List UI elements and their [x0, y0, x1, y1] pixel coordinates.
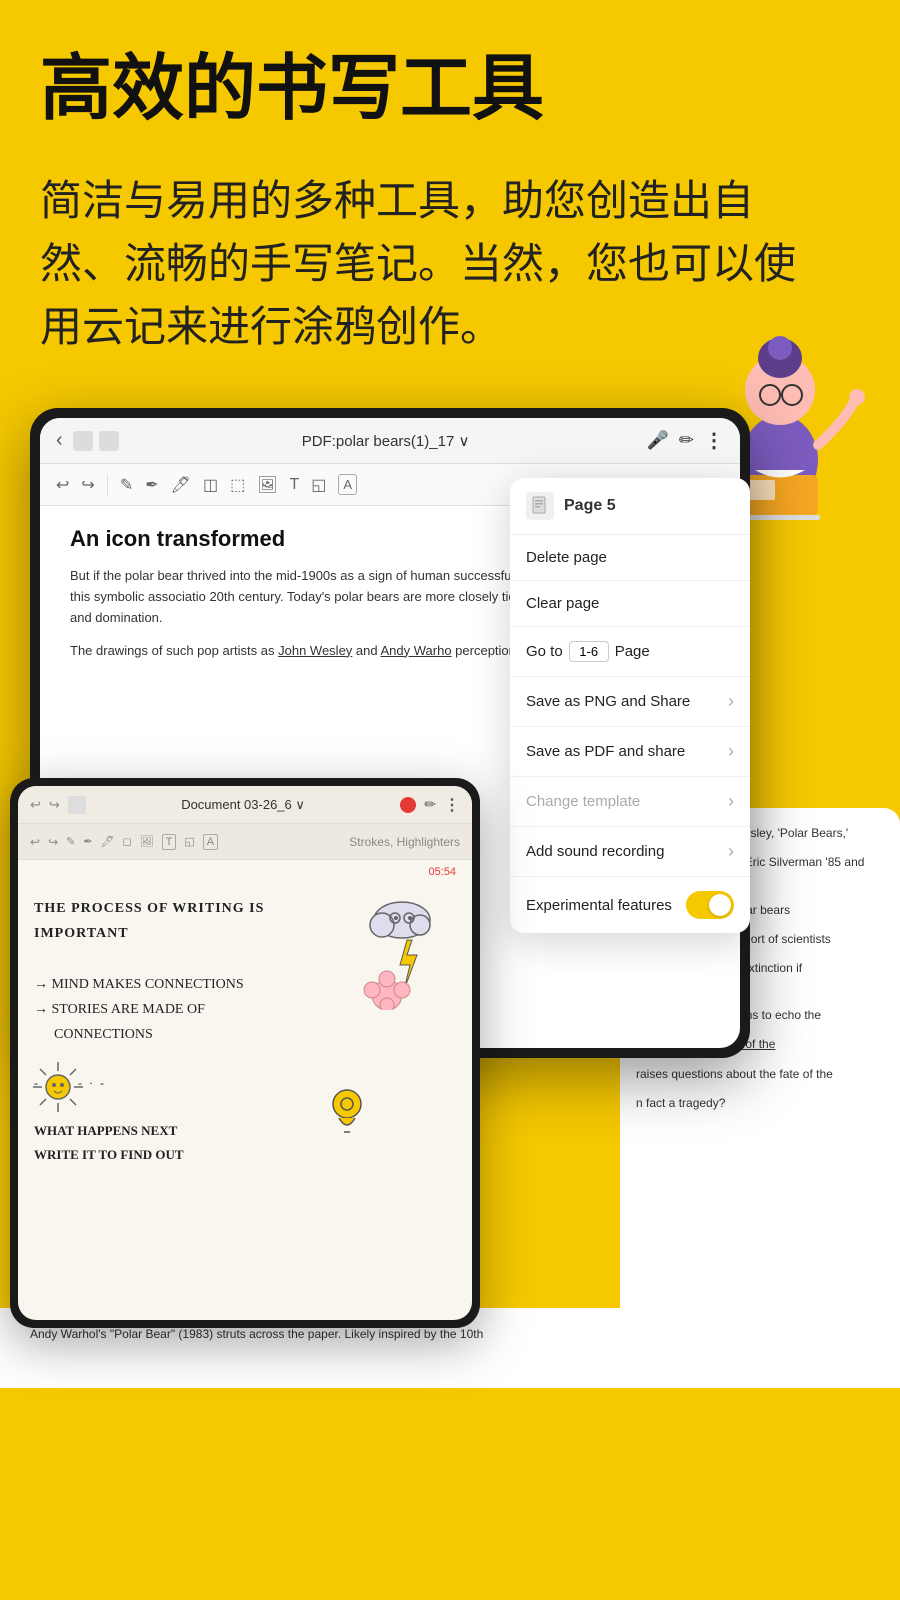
delete-page-label: Delete page — [526, 549, 607, 566]
sd-pen[interactable]: ✎ — [66, 835, 75, 848]
undo-icon[interactable]: ↩ — [56, 475, 69, 495]
grid-icons — [73, 431, 119, 451]
menu-item-save-pdf[interactable]: Save as PDF and share › — [510, 727, 750, 777]
peek-text-8: raises questions about the fate of the — [636, 1065, 884, 1084]
menu-item-change-template[interactable]: Change template › — [510, 777, 750, 827]
goto-input[interactable] — [569, 641, 609, 662]
pen-icon[interactable]: ✏ — [679, 430, 694, 451]
doodle-gear — [322, 1082, 372, 1142]
menu-header: Page 5 — [510, 478, 750, 535]
add-sound-label: Add sound recording — [526, 843, 664, 860]
redo-icon[interactable]: ↪ — [81, 475, 94, 495]
sd-text[interactable]: T — [162, 834, 177, 850]
add-sound-chevron: › — [728, 841, 734, 862]
doc-title[interactable]: PDF:polar bears(1)_17 ∨ — [135, 432, 637, 450]
andy-warhol-link[interactable]: Andy Warho — [381, 643, 452, 658]
grid-icon-1 — [73, 431, 93, 451]
text-box-icon[interactable]: T — [290, 476, 300, 494]
sd-shape[interactable]: ◱ — [184, 835, 194, 848]
sd-redo[interactable]: ↪ — [48, 835, 58, 849]
john-wesley-link[interactable]: John Wesley — [278, 643, 352, 658]
sd-eraser[interactable]: ◻ — [123, 835, 132, 848]
device-section: ‹ PDF:polar bears(1)_17 ∨ 🎤 ✏ ⋮ ↩ ↪ ✎ ✒ … — [0, 408, 900, 1308]
handwriting-content: THE PROCESS OF WRITING IS IMPORTANT → MI… — [18, 860, 472, 1182]
menu-item-clear-page[interactable]: Clear page — [510, 581, 750, 627]
hw-line-7: WHAT HAPPENS NEXT — [34, 1119, 456, 1142]
doodle-sun — [28, 1057, 88, 1122]
sd-fountain[interactable]: ✒ — [83, 835, 92, 848]
shape-icon[interactable]: ◱ — [311, 475, 326, 495]
sd-image[interactable]: 🖼 — [140, 835, 154, 848]
menu-item-save-png[interactable]: Save as PNG and Share › — [510, 677, 750, 727]
change-template-label: Change template — [526, 793, 640, 810]
save-png-chevron: › — [728, 691, 734, 712]
hw-line-6: - · - · - · - — [34, 1073, 456, 1095]
fountain-pen-icon[interactable]: ✒ — [145, 475, 158, 495]
small-toolbar: ↩ ↪ Document 03-26_6 ∨ ✏ ⋮ — [18, 786, 472, 824]
small-redo[interactable]: ↪ — [49, 797, 60, 813]
save-pdf-chevron: › — [728, 741, 734, 762]
main-toolbar: ‹ PDF:polar bears(1)_17 ∨ 🎤 ✏ ⋮ — [40, 418, 740, 464]
experimental-label: Experimental features — [526, 897, 672, 914]
doodle-cloud — [342, 890, 452, 1015]
tablet-small: ↩ ↪ Document 03-26_6 ∨ ✏ ⋮ ↩ ↪ ✎ ✒ 🖊 ◻ 🖼… — [10, 778, 480, 1328]
grid-icon-2 — [99, 431, 119, 451]
clear-page-label: Clear page — [526, 595, 599, 612]
small-doc-title[interactable]: Document 03-26_6 ∨ — [94, 797, 392, 813]
menu-item-goto: Go to Page — [510, 627, 750, 677]
sd-undo[interactable]: ↩ — [30, 835, 40, 849]
hw-line-5: CONNECTIONS — [34, 1022, 456, 1047]
more-button[interactable]: ⋮ — [704, 428, 724, 453]
small-drawing-bar: ↩ ↪ ✎ ✒ 🖊 ◻ 🖼 T ◱ A Strokes, Highlighter… — [18, 824, 472, 860]
divider-1 — [107, 475, 108, 495]
small-grid-icon — [68, 796, 86, 814]
save-pdf-label: Save as PDF and share — [526, 743, 685, 760]
pencil-icon[interactable]: ✎ — [120, 475, 133, 495]
menu-item-add-sound[interactable]: Add sound recording › — [510, 827, 750, 877]
experimental-toggle[interactable] — [686, 891, 734, 919]
peek-text-9: n fact a tragedy? — [636, 1094, 884, 1113]
font-icon[interactable]: A — [338, 474, 357, 495]
goto-page-label: Page — [615, 643, 650, 660]
back-button[interactable]: ‹ — [56, 429, 63, 452]
selection-icon[interactable]: ⬚ — [230, 475, 245, 495]
strokes-label: Strokes, Highlighters — [349, 835, 460, 849]
menu-page-title: Page 5 — [564, 497, 616, 515]
small-undo[interactable]: ↩ — [30, 797, 41, 813]
page-title: 高效的书写工具 — [40, 50, 860, 129]
sd-font[interactable]: A — [203, 834, 218, 850]
menu-item-delete-page[interactable]: Delete page — [510, 535, 750, 581]
goto-label: Go to — [526, 643, 563, 660]
image-icon[interactable]: 🖼 — [257, 475, 277, 495]
mic-icon[interactable]: 🎤 — [646, 430, 668, 451]
highlighter-icon[interactable]: ◫ — [203, 475, 218, 495]
sd-marker[interactable]: 🖊 — [101, 835, 115, 848]
marker-icon[interactable]: 🖊 — [171, 475, 191, 495]
goto-group: Go to Page — [526, 641, 650, 662]
change-template-chevron: › — [728, 791, 734, 812]
small-more-button[interactable]: ⋮ — [444, 795, 460, 815]
hw-line-8: WRITE IT TO FIND OUT — [34, 1143, 456, 1166]
menu-item-experimental[interactable]: Experimental features — [510, 877, 750, 933]
save-png-label: Save as PNG and Share — [526, 693, 690, 710]
small-record-button[interactable] — [400, 797, 416, 813]
top-section: 高效的书写工具 简洁与易用的多种工具，助您创造出自然、流畅的手写笔记。当然，您也… — [0, 0, 900, 408]
context-menu: Page 5 Delete page Clear page Go to Page — [510, 478, 750, 933]
small-pen-icon[interactable]: ✏ — [424, 796, 436, 813]
page-icon — [526, 492, 554, 520]
